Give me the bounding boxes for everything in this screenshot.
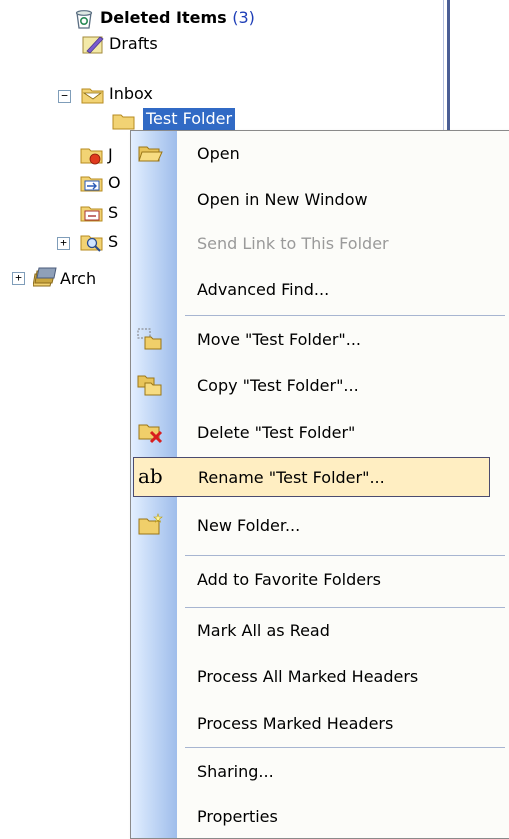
tree-item-label: Deleted Items xyxy=(100,8,227,27)
menu-item-add-favorites[interactable]: Add to Favorite Folders xyxy=(131,559,509,599)
menu-item-mark-all-read[interactable]: Mark All as Read xyxy=(131,610,509,650)
menu-item-open[interactable]: Open xyxy=(131,133,509,173)
context-menu: Open Open in New Window Send Link to Thi… xyxy=(130,130,509,839)
menu-item-label: Copy "Test Folder"... xyxy=(197,375,359,395)
menu-separator xyxy=(185,747,505,748)
delete-folder-icon xyxy=(138,424,163,444)
menu-item-label: Send Link to This Folder xyxy=(197,233,389,253)
unread-count: (3) xyxy=(232,8,255,27)
collapse-toggle[interactable]: − xyxy=(58,90,71,103)
menu-item-label: Open in New Window xyxy=(197,189,368,209)
menu-item-send-link[interactable]: Send Link to This Folder xyxy=(131,223,509,263)
junk-folder-icon xyxy=(80,148,103,165)
outbox-icon xyxy=(80,176,103,192)
menu-item-delete[interactable]: Delete "Test Folder" xyxy=(131,412,509,452)
menu-item-label: Open xyxy=(197,143,240,163)
menu-item-label: Advanced Find... xyxy=(197,279,330,299)
tree-item-label: Arch xyxy=(60,269,97,288)
menu-item-label: Process Marked Headers xyxy=(197,713,394,733)
menu-item-sharing[interactable]: Sharing... xyxy=(131,751,509,791)
menu-item-label: Rename "Test Folder"... xyxy=(198,467,385,487)
menu-separator xyxy=(185,555,505,556)
menu-item-label: Properties xyxy=(197,806,278,826)
menu-item-label: New Folder... xyxy=(197,515,301,535)
menu-item-open-new-window[interactable]: Open in New Window xyxy=(131,179,509,219)
menu-separator xyxy=(185,607,505,608)
tree-item-label: O xyxy=(108,173,121,192)
menu-item-process-all-headers[interactable]: Process All Marked Headers xyxy=(131,656,509,696)
inbox-icon xyxy=(81,88,104,104)
menu-separator xyxy=(185,315,505,316)
new-folder-icon xyxy=(138,513,163,535)
menu-item-label: Sharing... xyxy=(197,761,274,781)
menu-item-rename[interactable]: ab Rename "Test Folder"... xyxy=(133,457,490,497)
menu-item-process-marked-headers[interactable]: Process Marked Headers xyxy=(131,703,509,743)
drafts-icon xyxy=(82,36,104,54)
tree-item-label: S xyxy=(108,203,119,222)
tree-item-label: Inbox xyxy=(109,84,153,103)
sent-items-icon xyxy=(80,206,103,222)
rename-icon: ab xyxy=(138,464,163,488)
deleted-items-icon xyxy=(75,10,93,29)
menu-item-label: Add to Favorite Folders xyxy=(197,569,382,589)
menu-item-copy[interactable]: Copy "Test Folder"... xyxy=(131,365,509,405)
copy-folder-icon xyxy=(137,375,162,396)
menu-item-new-folder[interactable]: New Folder... xyxy=(131,505,509,545)
folder-icon xyxy=(112,114,135,130)
search-folders-icon xyxy=(80,235,103,252)
menu-item-label: Process All Marked Headers xyxy=(197,666,419,686)
menu-item-label: Delete "Test Folder" xyxy=(197,422,356,442)
menu-item-properties[interactable]: Properties xyxy=(131,796,509,836)
menu-item-move[interactable]: Move "Test Folder"... xyxy=(131,319,509,359)
tree-item-label: Drafts xyxy=(109,34,158,53)
move-folder-icon xyxy=(137,328,162,350)
menu-item-label: Move "Test Folder"... xyxy=(197,329,362,349)
menu-item-advanced-find[interactable]: Advanced Find... xyxy=(131,269,509,309)
archive-icon xyxy=(33,267,57,287)
expand-toggle[interactable]: + xyxy=(57,237,70,250)
tree-item-label: S xyxy=(108,232,119,251)
menu-item-label: Mark All as Read xyxy=(197,620,330,640)
expand-toggle[interactable]: + xyxy=(12,272,25,285)
tree-item-label: J xyxy=(108,145,113,164)
tree-item-label: Test Folder xyxy=(143,108,236,130)
open-folder-icon xyxy=(138,146,163,162)
